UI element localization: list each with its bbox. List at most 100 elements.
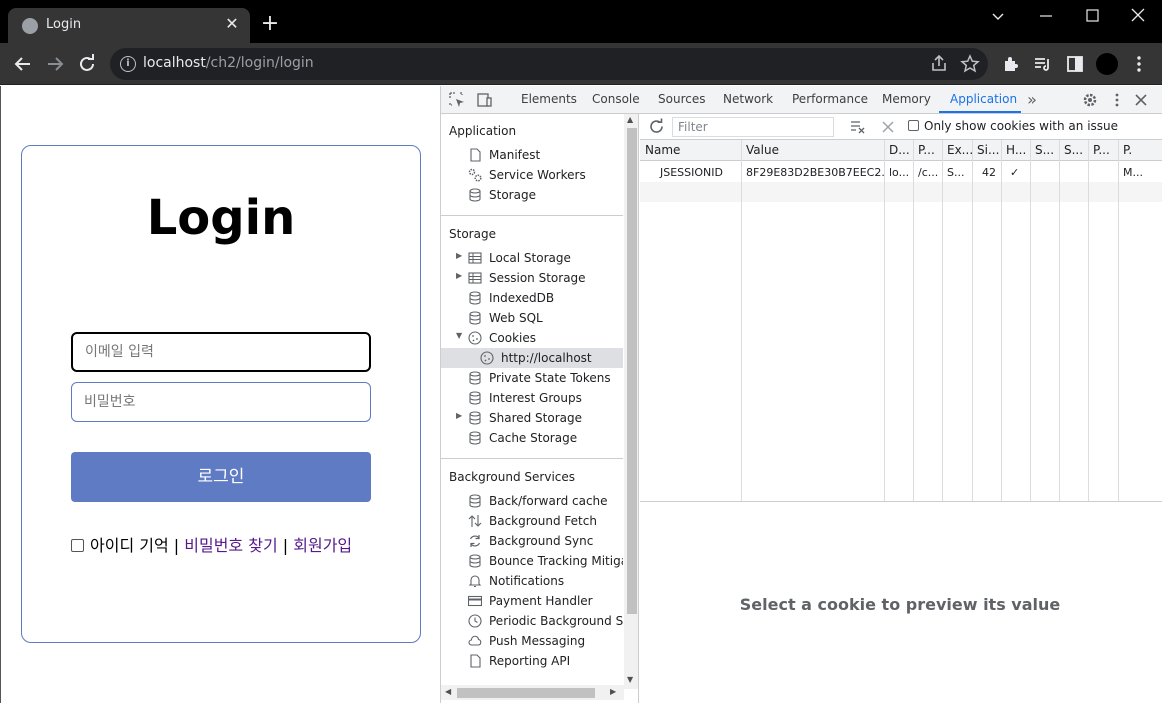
sidebar-item-bounce-tracking[interactable]: Bounce Tracking Mitigatic <box>441 551 623 571</box>
column-header-secure[interactable]: S... <box>1030 140 1059 161</box>
sidebar-item-periodic-background-sync[interactable]: Periodic Background Sync <box>441 611 623 631</box>
device-toolbar-icon[interactable] <box>475 91 493 109</box>
minimize-icon[interactable] <box>1034 4 1058 28</box>
sidebar-item-reporting-api[interactable]: Reporting API <box>441 651 623 671</box>
cookie-samesite-cell <box>1059 162 1088 183</box>
sidebar-item-private-state-tokens[interactable]: Private State Tokens <box>441 368 623 388</box>
column-header-name[interactable]: Name <box>640 140 741 161</box>
sidebar-item-cookie-origin[interactable]: http://localhost <box>441 348 623 368</box>
address-bar[interactable]: i localhost/ch2/login/login <box>110 48 988 80</box>
cookie-httponly-cell: ✓ <box>1010 166 1020 179</box>
column-header-path[interactable]: P... <box>913 140 942 161</box>
site-info-icon[interactable]: i <box>120 56 136 72</box>
collapse-arrow-icon[interactable]: ▼ <box>456 331 462 340</box>
expand-arrow-icon[interactable]: ▶ <box>456 251 462 260</box>
sidebar-item-local-storage[interactable]: ▶ Local Storage <box>441 248 623 268</box>
refresh-icon[interactable] <box>648 118 665 139</box>
devtools-close-icon[interactable] <box>1132 91 1150 109</box>
scroll-left-icon[interactable]: ◀ <box>445 687 451 696</box>
back-icon[interactable] <box>11 52 35 76</box>
maximize-icon[interactable] <box>1080 4 1104 28</box>
inspect-element-icon[interactable] <box>448 91 466 109</box>
sidebar-item-service-workers[interactable]: Service Workers <box>441 165 623 185</box>
sidebar-horizontal-scrollbar[interactable]: ◀ ▶ <box>441 685 624 700</box>
remember-checkbox[interactable] <box>71 539 84 552</box>
sidebar-item-cache-storage[interactable]: Cache Storage <box>441 428 623 448</box>
sidebar-item-indexeddb[interactable]: IndexedDB <box>441 288 623 308</box>
sidebar-item-notifications[interactable]: Notifications <box>441 571 623 591</box>
sidebar-item-background-fetch[interactable]: Background Fetch <box>441 511 623 531</box>
email-input[interactable]: 이메일 입력 <box>71 332 371 372</box>
clear-filtered-icon[interactable] <box>850 119 866 139</box>
browser-tab[interactable]: Login ✕ <box>8 8 250 43</box>
forward-icon[interactable] <box>43 52 67 76</box>
column-header-value[interactable]: Value <box>741 140 884 161</box>
scroll-up-icon[interactable]: ▲ <box>627 115 633 124</box>
sidebar-item-interest-groups[interactable]: Interest Groups <box>441 388 623 408</box>
find-password-link[interactable]: 비밀번호 찾기 <box>184 536 277 555</box>
media-control-icon[interactable] <box>1031 52 1055 76</box>
tab-performance[interactable]: Performance <box>792 92 868 106</box>
sidebar-vertical-scrollbar[interactable]: ▲ ▼ <box>624 114 638 689</box>
scrollbar-thumb[interactable] <box>457 688 595 698</box>
tab-sources[interactable]: Sources <box>658 92 705 106</box>
browser-menu-icon[interactable] <box>1127 52 1151 76</box>
bookmark-star-icon[interactable] <box>958 52 982 76</box>
scroll-down-icon[interactable]: ▼ <box>627 675 633 684</box>
side-panel-icon[interactable] <box>1063 52 1087 76</box>
scrollbar-thumb[interactable] <box>627 128 637 614</box>
column-divider <box>913 140 914 501</box>
expand-arrow-icon[interactable]: ▶ <box>456 411 462 420</box>
sidebar-item-session-storage[interactable]: ▶ Session Storage <box>441 268 623 288</box>
column-header-partition-key[interactable]: P... <box>1088 140 1118 161</box>
tab-application[interactable]: Application <box>950 92 1017 106</box>
only-issues-checkbox[interactable] <box>908 120 919 131</box>
more-tabs-icon[interactable]: » <box>1023 91 1041 109</box>
sidebar-item-shared-storage[interactable]: ▶ Shared Storage <box>441 408 623 428</box>
column-header-priority[interactable]: P. <box>1118 140 1162 161</box>
scroll-right-icon[interactable]: ▶ <box>610 687 616 696</box>
filter-input[interactable]: Filter <box>672 117 834 137</box>
password-input[interactable]: 비밀번호 <box>71 382 371 422</box>
only-issues-filter[interactable]: Only show cookies with an issue <box>908 119 1118 133</box>
signup-link[interactable]: 회원가입 <box>293 536 352 555</box>
tab-search-icon[interactable] <box>986 4 1010 28</box>
share-icon[interactable] <box>927 52 951 76</box>
tab-memory[interactable]: Memory <box>882 92 931 106</box>
tab-console[interactable]: Console <box>592 92 640 106</box>
reload-icon[interactable] <box>75 52 99 76</box>
tab-elements[interactable]: Elements <box>521 92 577 106</box>
globe-icon <box>22 18 38 34</box>
profile-avatar[interactable] <box>1095 52 1119 76</box>
sync-icon <box>468 534 482 548</box>
column-header-size[interactable]: Si... <box>972 140 1001 161</box>
settings-gear-icon[interactable] <box>1081 91 1099 109</box>
delete-all-icon[interactable] <box>880 119 896 139</box>
window-close-icon[interactable] <box>1126 4 1150 28</box>
sidebar-item-manifest[interactable]: Manifest <box>441 145 623 165</box>
sidebar-item-cookies[interactable]: ▼ Cookies <box>441 328 623 348</box>
login-button[interactable]: 로그인 <box>71 452 371 502</box>
sidebar-item-payment-handler[interactable]: Payment Handler <box>441 591 623 611</box>
column-header-samesite[interactable]: S... <box>1059 140 1088 161</box>
column-header-domain[interactable]: D... <box>884 140 913 161</box>
cookie-domain-cell: lo... <box>889 166 910 179</box>
tab-network[interactable]: Network <box>723 92 773 106</box>
tab-close-icon[interactable]: ✕ <box>222 14 242 34</box>
sidebar-item-storage[interactable]: Storage <box>441 185 623 205</box>
new-tab-button[interactable]: + <box>258 12 282 36</box>
extensions-icon[interactable] <box>999 52 1023 76</box>
sidebar-item-push-messaging[interactable]: Push Messaging <box>441 631 623 651</box>
devtools-menu-icon[interactable] <box>1108 91 1126 109</box>
column-header-expires[interactable]: Ex... <box>942 140 972 161</box>
sidebar-item-back-forward-cache[interactable]: Back/forward cache <box>441 491 623 511</box>
column-header-httponly[interactable]: H... <box>1001 140 1030 161</box>
expand-arrow-icon[interactable]: ▶ <box>456 271 462 280</box>
divider <box>441 215 623 216</box>
sidebar-item-background-sync[interactable]: Background Sync <box>441 531 623 551</box>
sidebar-item-web-sql[interactable]: Web SQL <box>441 308 623 328</box>
column-divider <box>942 140 943 501</box>
separator: | <box>173 536 180 555</box>
column-divider <box>1059 140 1060 501</box>
table-icon <box>468 271 482 285</box>
